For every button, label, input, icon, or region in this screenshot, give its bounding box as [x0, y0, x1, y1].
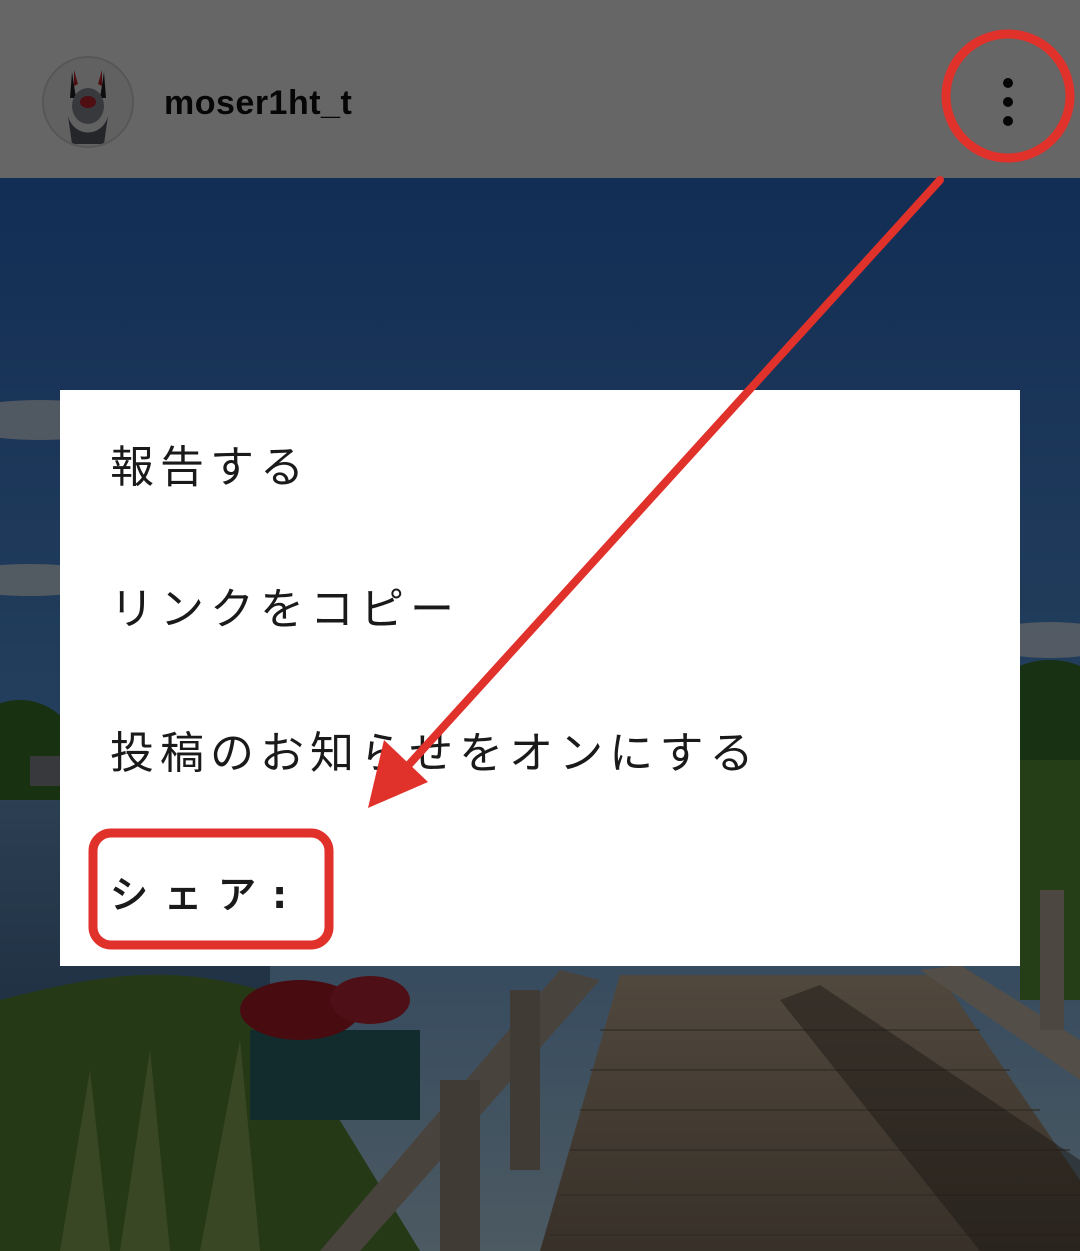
menu-item-report[interactable]: 報告する: [110, 418, 970, 508]
post-options-menu: 報告する リンクをコピー 投稿のお知らせをオンにする シェア:: [60, 390, 1020, 966]
menu-item-turn-on-post-notifications[interactable]: 投稿のお知らせをオンにする: [110, 704, 970, 794]
menu-item-share[interactable]: シェア:: [110, 846, 970, 936]
menu-item-copy-link[interactable]: リンクをコピー: [110, 560, 970, 650]
